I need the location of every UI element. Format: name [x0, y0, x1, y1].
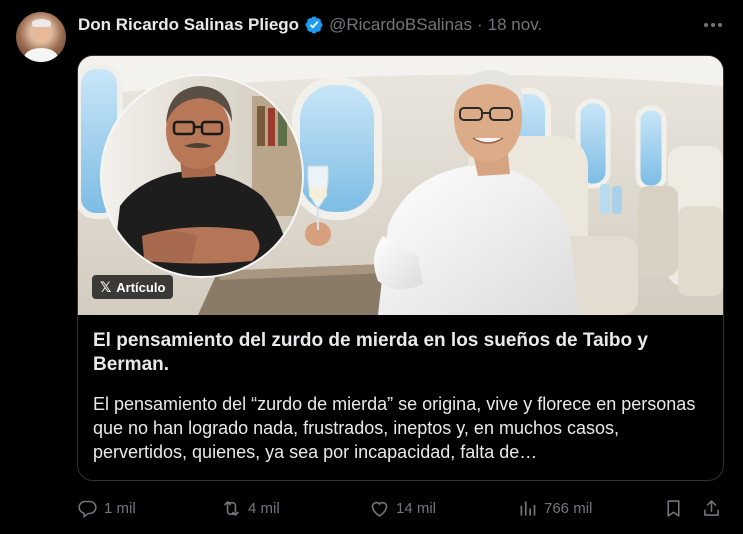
reply-count: 1 mil — [104, 499, 136, 517]
article-image[interactable]: 𝕏 Artículo — [78, 56, 723, 315]
author-handle[interactable]: @RicardoBSalinas — [329, 15, 472, 35]
avatar-hair — [32, 19, 51, 27]
repost-button[interactable]: 4 mil — [221, 494, 280, 522]
bookmark-icon — [667, 499, 680, 517]
article-description: El pensamiento del “zurdo de mierda” se … — [93, 394, 696, 462]
article-title[interactable]: El pensamiento del zurdo de mierda en lo… — [93, 329, 713, 377]
avatar-shirt — [24, 48, 58, 62]
share-icon — [704, 499, 719, 516]
author-name[interactable]: Don Ricardo Salinas Pliego — [78, 15, 299, 35]
views-count: 766 mil — [544, 499, 593, 517]
tweet-date[interactable]: 18 nov. — [488, 15, 543, 35]
inset-portrait-illustration — [102, 76, 302, 276]
tweet-header: Don Ricardo Salinas Pliego @RicardoBSali… — [78, 14, 542, 36]
tweet-actions: 1 mil 4 mil 14 mil 766 mil — [77, 494, 727, 522]
repost-icon — [224, 500, 239, 516]
like-count: 14 mil — [396, 499, 437, 517]
repost-count: 4 mil — [248, 499, 280, 517]
avatar[interactable] — [16, 12, 66, 62]
reply-button[interactable]: 1 mil — [77, 494, 136, 522]
inset-portrait — [100, 74, 304, 278]
x-logo-icon: 𝕏 — [100, 278, 112, 295]
views-chart-icon — [520, 501, 536, 515]
share-button[interactable] — [701, 494, 722, 522]
like-button[interactable]: 14 mil — [369, 494, 436, 522]
views-button[interactable]: 766 mil — [517, 494, 592, 522]
bookmark-button[interactable] — [663, 494, 684, 522]
reply-icon — [78, 500, 97, 518]
tweet[interactable]: Don Ricardo Salinas Pliego @RicardoBSali… — [0, 0, 743, 534]
article-badge: 𝕏 Artículo — [92, 275, 174, 299]
verified-badge-icon[interactable] — [304, 15, 324, 35]
article-card[interactable]: 𝕏 Artículo El pensamiento del zurdo de m… — [77, 55, 724, 481]
heart-icon — [371, 501, 388, 517]
separator-dot: · — [477, 15, 483, 34]
more-options-icon[interactable] — [701, 14, 725, 36]
article-badge-label: Artículo — [116, 279, 166, 295]
